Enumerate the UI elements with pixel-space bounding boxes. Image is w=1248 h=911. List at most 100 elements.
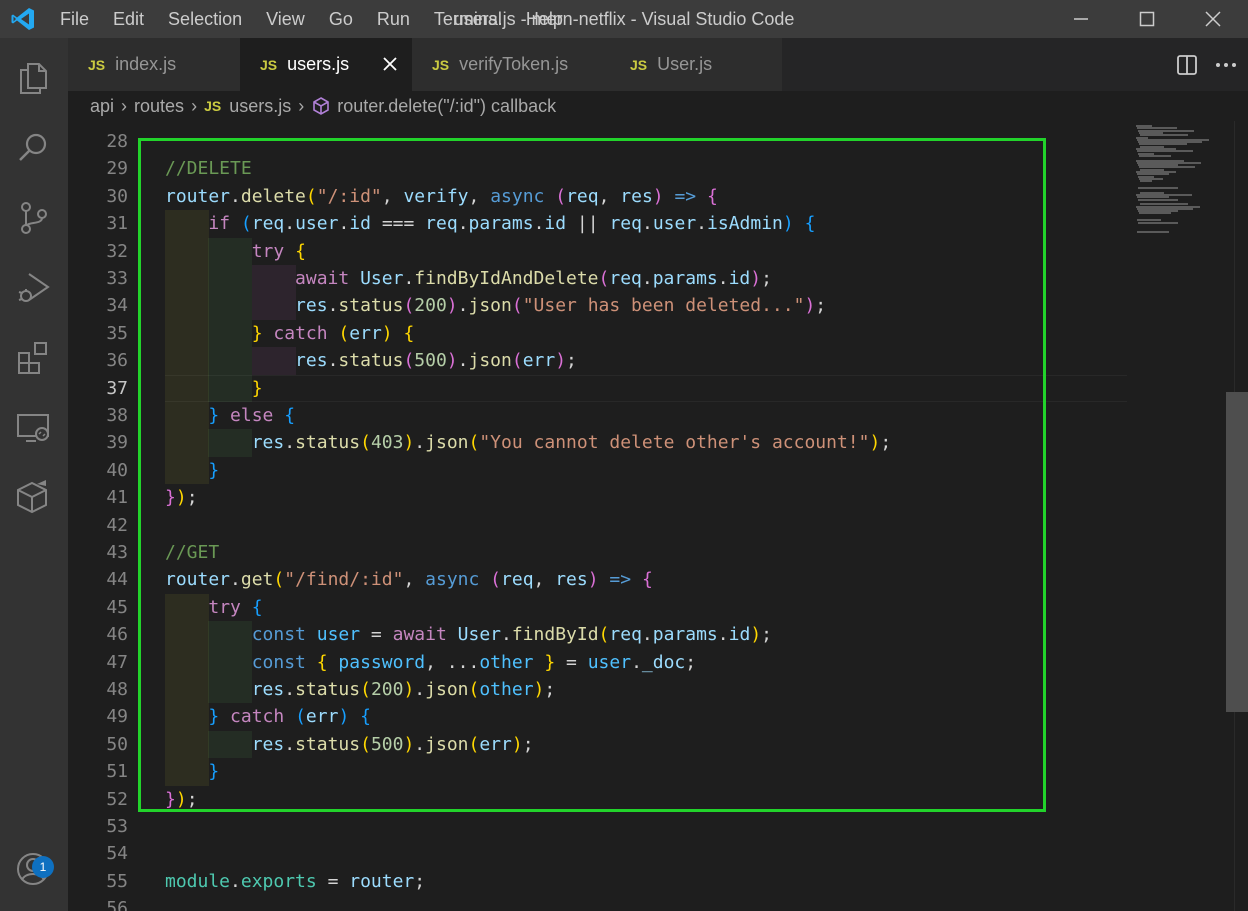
menu-edit[interactable]: Edit	[101, 0, 156, 38]
tab-label: verifyToken.js	[459, 54, 569, 74]
line-number: 49	[106, 706, 128, 728]
close-window-button[interactable]	[1190, 0, 1236, 38]
split-editor-icon[interactable]	[1176, 54, 1198, 76]
js-file-icon: JS	[432, 56, 450, 73]
minimize-icon	[1074, 18, 1088, 20]
tab-user-js[interactable]: JS User.js	[610, 38, 783, 91]
code-text: module.exports = router;	[165, 868, 425, 895]
close-icon	[1205, 11, 1221, 27]
accounts-badge: 1	[32, 856, 54, 878]
js-file-icon: JS	[204, 98, 222, 114]
explorer-button[interactable]	[0, 46, 68, 102]
line-number: 40	[106, 459, 128, 481]
line-number: 55	[106, 870, 128, 892]
close-tab-icon[interactable]	[380, 54, 400, 74]
breadcrumb-file[interactable]: users.js	[229, 96, 291, 117]
source-control-button[interactable]	[0, 186, 68, 242]
containers-button[interactable]	[0, 466, 68, 522]
chevron-right-icon: ›	[298, 95, 305, 116]
line-number: 38	[106, 405, 128, 426]
vscode-logo-icon[interactable]	[10, 6, 36, 32]
minimap-line	[1138, 221, 1178, 224]
scrollbar-thumb[interactable]	[1226, 392, 1248, 712]
tab-users-js[interactable]: JS users.js	[240, 38, 413, 91]
code-line[interactable]: 56	[68, 895, 1130, 911]
line-number: 31	[106, 213, 128, 235]
minimap-line	[1139, 154, 1171, 157]
tab-label: users.js	[287, 54, 350, 74]
chevron-right-icon: ›	[191, 95, 198, 116]
menu-terminal[interactable]: Terminal	[422, 0, 514, 38]
minimap-line	[1137, 230, 1169, 233]
more-actions-icon[interactable]	[1214, 54, 1238, 76]
run-debug-icon	[18, 273, 50, 302]
tab-index-js[interactable]: JS index.js	[68, 38, 241, 91]
code-token: ;	[414, 870, 426, 892]
line-number: 56	[106, 898, 128, 911]
code-token: router	[349, 870, 415, 892]
extensions-button[interactable]	[0, 326, 68, 382]
breadcrumb-routes[interactable]: routes	[134, 96, 184, 117]
line-number: 28	[106, 131, 128, 152]
line-number: 35	[106, 322, 128, 344]
menu-selection[interactable]: Selection	[156, 0, 254, 38]
line-number: 48	[106, 679, 128, 700]
minimap-line	[1138, 187, 1178, 190]
line-number: 39	[106, 432, 128, 454]
menu-run[interactable]: Run	[365, 0, 422, 38]
line-number: 42	[106, 514, 128, 536]
minimap-line	[1139, 212, 1171, 215]
code-token: .	[230, 870, 241, 892]
line-number: 54	[106, 843, 128, 865]
menu-bar: File Edit Selection View Go Run Terminal…	[48, 0, 575, 38]
js-file-icon: JS	[260, 56, 278, 73]
minimize-button[interactable]	[1058, 0, 1104, 38]
code-line[interactable]: 53	[68, 813, 1130, 840]
tab-verifytoken-js[interactable]: JS verifyToken.js	[412, 38, 611, 91]
menu-file[interactable]: File	[48, 0, 101, 38]
line-number: 41	[106, 487, 128, 509]
chevron-right-icon: ›	[121, 95, 128, 116]
search-button[interactable]	[0, 116, 68, 172]
menu-view[interactable]: View	[254, 0, 317, 38]
line-number: 47	[106, 651, 128, 673]
line-number: 32	[106, 240, 128, 262]
menu-help[interactable]: Help	[514, 0, 575, 38]
line-number: 51	[106, 761, 128, 783]
js-file-icon: JS	[88, 56, 106, 73]
line-number: 50	[106, 733, 128, 755]
source-control-icon	[21, 202, 47, 234]
menu-go[interactable]: Go	[317, 0, 365, 38]
line-number: 45	[106, 596, 128, 618]
tab-label: User.js	[657, 54, 713, 74]
maximize-button[interactable]	[1124, 0, 1170, 38]
remote-explorer-button[interactable]	[0, 396, 68, 452]
line-number: 33	[106, 268, 128, 289]
line-number: 34	[106, 295, 128, 317]
run-debug-button[interactable]	[0, 256, 68, 312]
line-number: 52	[106, 788, 128, 810]
code-line[interactable]: 54	[68, 840, 1130, 867]
js-file-icon: JS	[630, 56, 648, 73]
code-token: module	[165, 870, 231, 892]
breadcrumb-api[interactable]: api	[90, 96, 114, 117]
title-bar: File Edit Selection View Go Run Terminal…	[0, 0, 1248, 38]
tab-label: index.js	[115, 54, 177, 74]
maximize-icon	[1139, 11, 1155, 27]
highlight-rectangle	[138, 138, 1046, 812]
minimap[interactable]	[1130, 121, 1234, 911]
line-number: 29	[106, 158, 128, 180]
code-line[interactable]: 55 module.exports = router;	[68, 868, 1130, 895]
search-icon	[19, 133, 47, 161]
breadcrumb-symbol[interactable]: router.delete("/:id") callback	[337, 96, 556, 117]
extensions-icon	[18, 342, 47, 374]
line-number: 36	[106, 350, 128, 372]
line-number: 46	[106, 624, 128, 646]
minimap-line	[1138, 198, 1178, 201]
editor-actions	[1158, 38, 1248, 91]
line-number: 37	[106, 377, 128, 399]
line-number: 43	[106, 542, 128, 563]
code-token: =	[316, 870, 350, 892]
symbol-method-icon	[313, 97, 330, 115]
breadcrumb: api › routes › JS users.js › router.dele…	[68, 91, 1248, 121]
